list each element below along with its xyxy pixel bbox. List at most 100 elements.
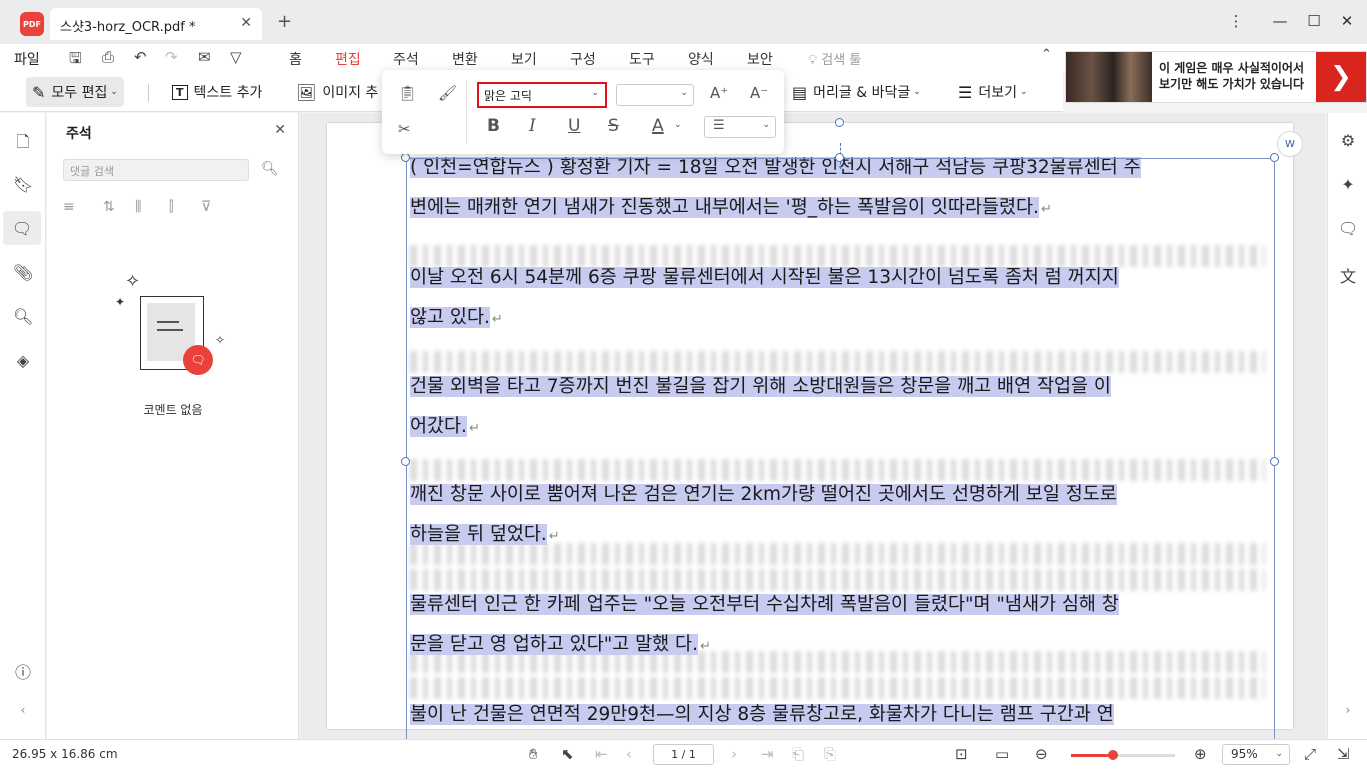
tab-organize[interactable]: 구성 <box>570 49 596 69</box>
tab-view[interactable]: 보기 <box>511 49 537 69</box>
font-family-select[interactable]: 맑은 고딕 ⌄ <box>477 82 607 108</box>
save-icon[interactable]: 🖫 <box>69 48 82 73</box>
fullscreen-icon[interactable]: ⤢ <box>1304 745 1316 763</box>
resize-handle[interactable] <box>401 457 410 466</box>
zoom-slider-thumb[interactable] <box>1108 750 1119 760</box>
ai-summary-icon[interactable]: ✦ <box>1338 175 1358 194</box>
increase-font-icon[interactable]: A⁺ <box>710 84 728 102</box>
help-icon[interactable]: ⓘ <box>13 659 33 683</box>
translate-icon[interactable]: 文 <box>1338 263 1358 287</box>
ad-banner[interactable]: 이 게임은 매우 사실적이어서 보기만 해도 가치가 있습니다 ❯ <box>1065 51 1367 103</box>
ai-chat-icon[interactable]: 🗨 <box>1338 219 1358 238</box>
translate-badge-icon[interactable]: W <box>1277 131 1303 157</box>
page-number-input[interactable]: 1 / 1 <box>653 744 714 765</box>
menu-file[interactable]: 파일 <box>14 49 40 69</box>
chevron-down-icon[interactable]: ⌄ <box>674 120 682 130</box>
tab-tools[interactable]: 도구 <box>629 49 655 69</box>
zoom-out-icon[interactable]: ⊖ <box>1035 745 1048 763</box>
collapse-ribbon-icon[interactable]: ⌃ <box>1041 47 1052 62</box>
zoom-in-icon[interactable]: ⊕ <box>1194 745 1207 763</box>
empty-comments-illustration: ✧ ✦ ✧ 🗨 <box>115 263 237 383</box>
close-panel-icon[interactable]: ✕ <box>274 122 286 138</box>
selection-frame[interactable] <box>406 158 1275 739</box>
edit-all-button[interactable]: ✎ 모두 편집 ⌄ <box>26 77 124 107</box>
page-layout-icon[interactable]: ▭ <box>995 745 1009 763</box>
last-page-icon[interactable]: ⇥ <box>761 745 774 763</box>
bookmark-icon[interactable]: 🔖︎ <box>13 175 33 194</box>
more-button[interactable]: ☰ 더보기 ⌄ <box>952 77 1034 107</box>
previous-view-icon[interactable]: ⎗ <box>792 745 804 763</box>
font-size-select[interactable]: ⌄ <box>616 84 694 106</box>
tab-forms[interactable]: 양식 <box>688 49 714 69</box>
search-icon[interactable]: 🔍︎ <box>261 161 279 177</box>
new-tab-button[interactable]: + <box>277 11 292 32</box>
comment-search-input[interactable]: 댓글 검색 <box>63 159 249 181</box>
layers-icon[interactable]: ◈ <box>13 351 33 370</box>
document-tab[interactable]: 스샷3-horz_OCR.pdf * ✕ <box>50 8 262 40</box>
text-box-icon: T <box>172 84 188 100</box>
tab-comment[interactable]: 주석 <box>393 49 419 69</box>
print-icon[interactable]: ⎙ <box>102 48 114 66</box>
header-footer-button[interactable]: ▤ 머리글 & 바닥글 ⌄ <box>786 77 927 107</box>
paste-format-icon[interactable]: 📋︎ <box>398 84 417 102</box>
close-tab-icon[interactable]: ✕ <box>240 15 252 31</box>
strikethrough-icon[interactable]: S <box>608 116 619 136</box>
zoom-slider[interactable] <box>1071 750 1175 760</box>
redo-icon[interactable]: ↷ <box>165 48 178 66</box>
text-align-select[interactable]: ☰ ⌄ <box>704 116 776 138</box>
tab-security[interactable]: 보안 <box>747 49 773 69</box>
grid-icon[interactable]: ⫿ <box>169 199 173 215</box>
previous-page-icon[interactable]: ‹ <box>626 745 632 763</box>
scissors-icon[interactable]: ✂ <box>398 120 411 138</box>
bold-icon[interactable]: B <box>487 116 500 136</box>
resize-handle[interactable] <box>1270 457 1279 466</box>
next-page-icon[interactable]: › <box>731 745 737 763</box>
select-tool-icon[interactable]: ⬉ <box>561 745 574 763</box>
fit-page-icon[interactable]: ⊡ <box>955 745 968 763</box>
search-tools[interactable]: 💡︎ 검색 툴 <box>808 49 861 68</box>
column-icon[interactable]: ⫼ <box>135 199 141 215</box>
resize-handle[interactable] <box>1270 153 1279 162</box>
comment-icon[interactable]: 🗨 <box>3 211 41 245</box>
attachment-icon[interactable]: 📎︎ <box>13 263 33 282</box>
minimize-button[interactable]: — <box>1270 12 1290 30</box>
filter-icon[interactable]: ⊽ <box>201 199 211 215</box>
maximize-button[interactable]: ☐ <box>1304 12 1324 30</box>
collapse-left-icon[interactable]: ‹ <box>13 703 33 717</box>
resize-handle[interactable] <box>401 153 410 162</box>
collapse-right-icon[interactable]: › <box>1338 703 1358 717</box>
sort-az-icon[interactable]: ⇅ <box>103 199 115 215</box>
format-painter-icon[interactable]: 🖌︎ <box>438 84 457 102</box>
mail-icon[interactable]: ✉ <box>198 48 211 66</box>
tab-convert[interactable]: 변환 <box>452 49 478 69</box>
tab-edit[interactable]: 편집 <box>335 49 361 74</box>
next-view-icon[interactable]: ⎘ <box>824 745 836 763</box>
undo-icon[interactable]: ↶ <box>134 48 147 66</box>
sort-icon[interactable]: ≡ <box>63 199 75 215</box>
title-bar: PDF 스샷3-horz_OCR.pdf * ✕ + ⋮ — ☐ ✕ <box>0 0 1367 44</box>
rotate-handle[interactable] <box>835 118 844 127</box>
sparkle-icon: ✦ <box>115 295 126 309</box>
add-image-button[interactable]: 🖼︎ 이미지 추 <box>290 77 384 107</box>
properties-icon[interactable]: ⚙ <box>1338 131 1358 150</box>
font-color-icon[interactable]: A <box>652 116 664 136</box>
underline-icon[interactable]: U <box>568 116 580 136</box>
decrease-font-icon[interactable]: A⁻ <box>750 84 768 102</box>
hand-tool-icon[interactable]: ✋︎ <box>529 745 538 763</box>
add-text-button[interactable]: T 텍스트 추가 <box>166 77 268 107</box>
ad-arrow-button[interactable]: ❯ <box>1316 52 1366 102</box>
close-window-button[interactable]: ✕ <box>1337 12 1357 30</box>
search-icon[interactable]: 🔍︎ <box>13 307 33 326</box>
resize-handle[interactable] <box>835 153 844 162</box>
pdf-page[interactable]: ( 인천=연합뉴스 ) 황정환 기자 = 18일 오전 발생한 인천시 서해구 … <box>327 118 1303 739</box>
zoom-select[interactable]: 95% ⌄ <box>1222 744 1290 765</box>
page-thumbnail-icon[interactable]: 🗋 <box>13 131 33 158</box>
tab-home[interactable]: 홈 <box>289 49 302 69</box>
first-page-icon[interactable]: ⇤ <box>595 745 608 763</box>
expand-icon[interactable]: ⇲ <box>1337 745 1350 763</box>
italic-icon[interactable]: I <box>529 116 536 136</box>
more-label: 더보기 <box>978 85 1017 101</box>
chevron-down-icon: ⌄ <box>1019 87 1028 97</box>
more-options-icon[interactable]: ⋮ <box>1226 12 1246 30</box>
dropdown-icon[interactable]: ▽ <box>230 48 242 66</box>
